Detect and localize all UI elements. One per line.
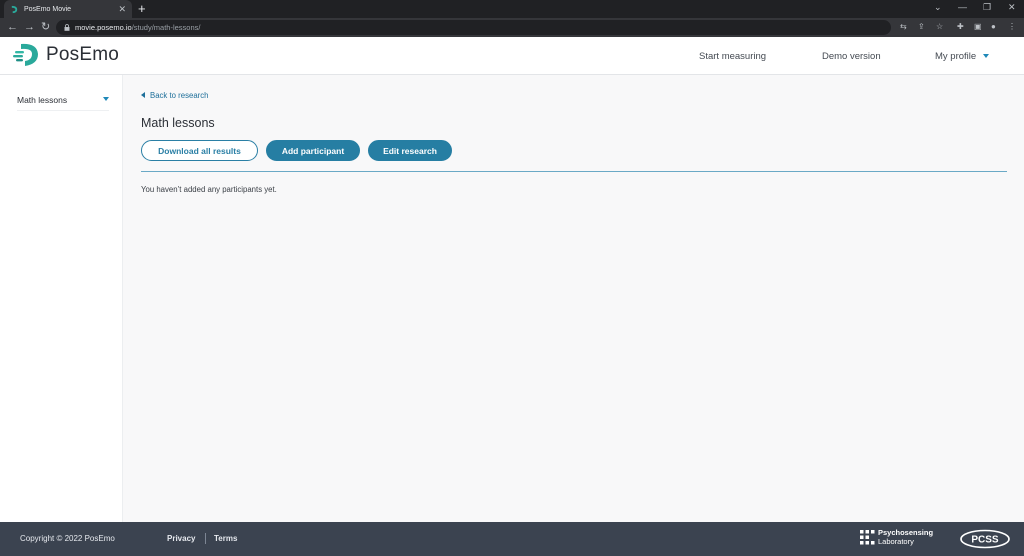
my-profile-label: My profile <box>935 51 977 62</box>
profile-icon[interactable]: ● <box>991 22 996 32</box>
copyright-text: Copyright © 2022 PosEmo <box>20 534 115 543</box>
sidebar: Math lessons <box>0 75 123 522</box>
psychosensing-lab-logo[interactable]: Psychosensing Laboratory <box>860 528 933 546</box>
footer-separator <box>205 533 206 544</box>
lab-name: Psychosensing Laboratory <box>878 528 933 546</box>
empty-participants-message: You haven’t added any participants yet. <box>141 185 277 194</box>
menu-icon[interactable]: ⋮ <box>1008 22 1016 32</box>
extensions-icon[interactable]: ✚ <box>957 22 964 32</box>
browser-tab-bar: PosEmo Movie ✕ + ⌄ — ❐ ✕ <box>0 0 1024 18</box>
sidebar-item-math-lessons[interactable]: Math lessons <box>17 95 109 111</box>
forward-icon[interactable]: → <box>24 20 35 34</box>
site-footer: Copyright © 2022 PosEmo Privacy Terms Ps… <box>0 522 1024 556</box>
translate-icon[interactable]: ⇆ <box>900 22 907 32</box>
logo[interactable]: PosEmo <box>12 42 119 68</box>
tab-search-icon[interactable]: ⌄ <box>934 2 942 13</box>
terms-link[interactable]: Terms <box>214 534 237 543</box>
pcss-logo-text: PCSS <box>971 535 999 546</box>
restore-icon[interactable]: ❐ <box>983 2 991 13</box>
url-host: movie.posemo.io <box>75 23 132 32</box>
back-icon[interactable]: ← <box>7 20 18 34</box>
nav-demo-version[interactable]: Demo version <box>822 51 881 62</box>
posemo-favicon-icon <box>11 5 18 13</box>
new-tab-icon[interactable]: + <box>138 2 146 15</box>
lab-dots-icon <box>860 529 875 544</box>
logo-text: PosEmo <box>46 44 120 65</box>
url-text: movie.posemo.io/study/math-lessons/ <box>75 23 200 32</box>
lock-icon <box>64 24 70 31</box>
caret-down-icon[interactable] <box>103 97 109 101</box>
share-icon[interactable]: ⇪ <box>918 22 925 32</box>
back-to-research-link[interactable]: Back to research <box>141 91 209 100</box>
lab-line1: Psychosensing <box>878 528 934 537</box>
address-bar[interactable]: movie.posemo.io/study/math-lessons/ <box>56 20 891 35</box>
nav-my-profile[interactable]: My profile <box>935 51 990 62</box>
lab-line2: Laboratory <box>878 537 914 546</box>
url-path: /study/math-lessons/ <box>131 23 201 32</box>
browser-toolbar: ← → ↻ movie.posemo.io/study/math-lessons… <box>0 18 1024 37</box>
nav-start-measuring[interactable]: Start measuring <box>699 51 766 62</box>
side-panel-icon[interactable]: ▣ <box>974 22 982 32</box>
edit-research-button[interactable]: Edit research <box>368 140 452 161</box>
bookmark-star-icon[interactable]: ☆ <box>936 22 943 32</box>
divider <box>141 171 1007 172</box>
caret-down-icon <box>983 54 990 58</box>
minimize-icon[interactable]: — <box>958 2 967 12</box>
tab-title: PosEmo Movie <box>24 5 72 13</box>
download-all-results-button[interactable]: Download all results <box>141 140 258 161</box>
posemo-logo-icon <box>13 43 38 66</box>
sidebar-item-label: Math lessons <box>17 95 68 105</box>
pcss-logo-icon[interactable]: PCSS <box>959 529 1011 549</box>
add-participant-button[interactable]: Add participant <box>266 140 360 161</box>
app: PosEmo Start measuring Demo version My p… <box>0 37 1024 522</box>
page-title: Math lessons <box>141 116 215 130</box>
tab-close-icon[interactable]: ✕ <box>118 4 126 14</box>
back-arrow-icon <box>141 92 145 98</box>
browser-tab[interactable]: PosEmo Movie ✕ <box>4 0 132 18</box>
site-header: PosEmo Start measuring Demo version My p… <box>0 37 1024 75</box>
close-window-icon[interactable]: ✕ <box>1008 2 1016 13</box>
privacy-link[interactable]: Privacy <box>167 534 195 543</box>
reload-icon[interactable]: ↻ <box>41 20 50 34</box>
back-link-label: Back to research <box>150 91 209 100</box>
